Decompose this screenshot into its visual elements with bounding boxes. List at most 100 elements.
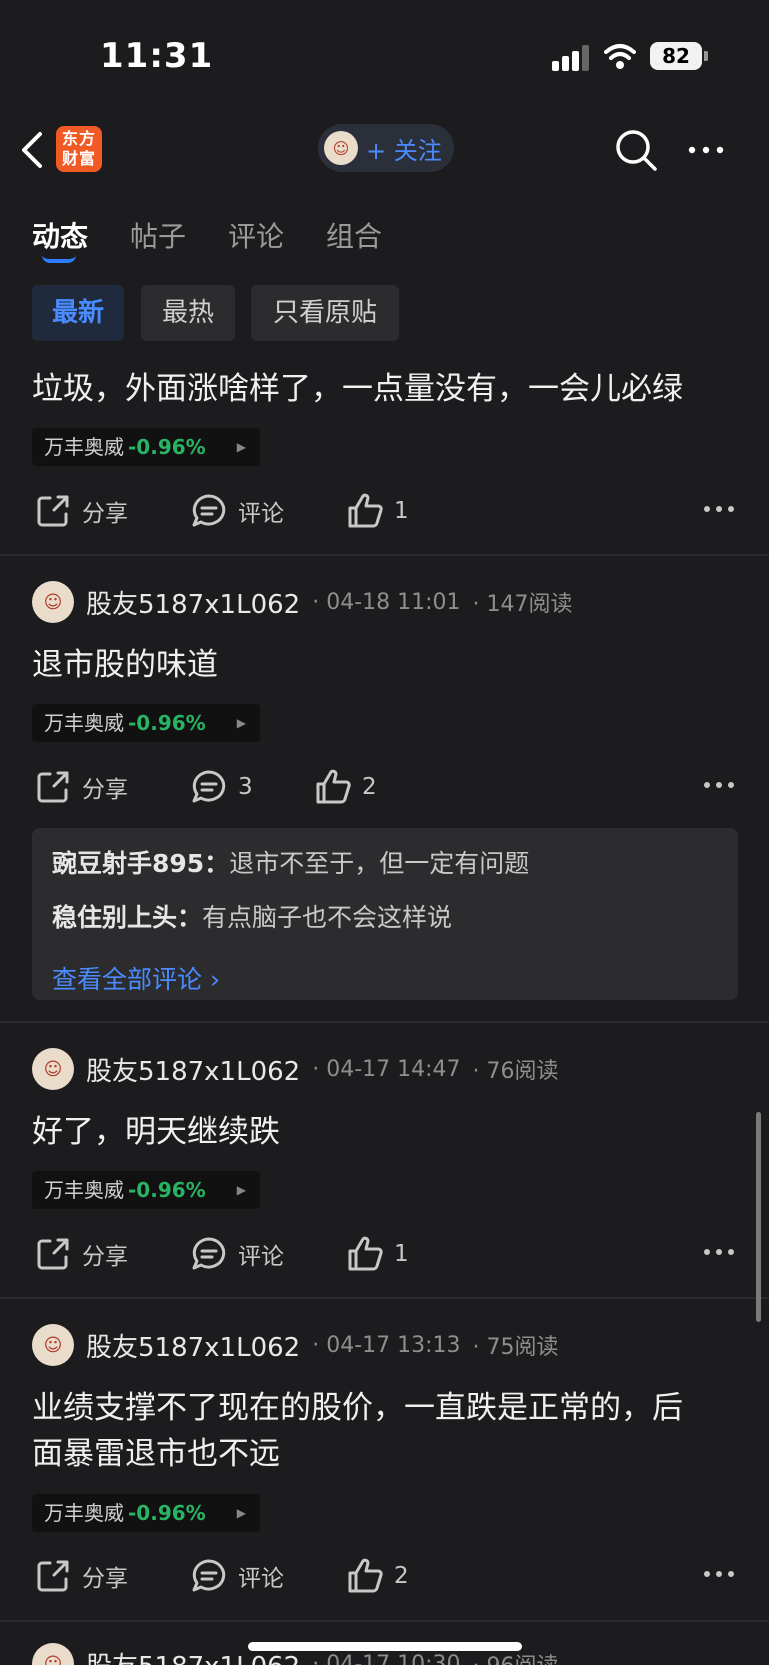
- author-name[interactable]: 股友5187x1L062: [86, 1327, 300, 1364]
- stock-tag[interactable]: 万丰奥威 -0.96% ▶: [32, 428, 260, 466]
- comment-icon: [192, 1237, 226, 1270]
- commenter-name[interactable]: 豌豆射手895：: [52, 849, 229, 878]
- post-divider: [0, 1297, 769, 1299]
- post-text[interactable]: 垃圾，外面涨啥样了，一点量没有，一会儿必绿: [32, 365, 742, 413]
- comment-label: 评论: [238, 1566, 284, 1592]
- post-reads: · 147阅读: [472, 592, 573, 617]
- more-options-icon[interactable]: [686, 140, 726, 160]
- stock-change: -0.96%: [128, 1501, 206, 1525]
- status-bar: 11:31 82: [0, 0, 769, 110]
- caret-right-icon: ▶: [236, 716, 246, 730]
- stock-tag[interactable]: 万丰奥威 -0.96% ▶: [32, 1171, 260, 1209]
- post-more-icon[interactable]: [703, 503, 735, 515]
- stock-tag[interactable]: 万丰奥威 -0.96% ▶: [32, 1494, 260, 1532]
- tab-posts[interactable]: 帖子: [130, 215, 186, 255]
- post-actions: 分享 评论 1: [0, 489, 769, 533]
- caret-right-icon: ▶: [236, 1183, 246, 1197]
- nav-bar: 东方财富 ☺ + 关注: [0, 110, 769, 190]
- comment-button[interactable]: 3: [190, 765, 253, 809]
- commenter-name[interactable]: 稳住别上头：: [52, 903, 202, 932]
- tab-portfolio[interactable]: 组合: [326, 215, 382, 255]
- post-author[interactable]: ☺ 股友5187x1L062 · 04-18 11:01 · 147阅读: [32, 580, 573, 624]
- post-more-icon[interactable]: [703, 779, 735, 791]
- post-date: · 04-17 13:13: [312, 1332, 461, 1358]
- stock-name: 万丰奥威: [44, 1178, 124, 1202]
- stock-tag[interactable]: 万丰奥威 -0.96% ▶: [32, 704, 260, 742]
- share-button[interactable]: 分享: [34, 1554, 128, 1598]
- share-label: 分享: [82, 1566, 128, 1592]
- stock-change: -0.96%: [128, 711, 206, 735]
- post-text[interactable]: 业绩支撑不了现在的股价，一直跌是正常的，后: [32, 1384, 742, 1432]
- filter-latest[interactable]: 最新: [32, 285, 124, 341]
- home-indicator[interactable]: [248, 1642, 522, 1651]
- post-more-icon[interactable]: [703, 1246, 735, 1258]
- like-count: 2: [394, 1563, 409, 1589]
- comment-icon: [192, 494, 226, 527]
- post-date: · 04-17 10:30: [312, 1651, 461, 1665]
- like-button[interactable]: 2: [314, 765, 377, 809]
- share-icon: [37, 1238, 69, 1270]
- thumbs-up-icon: [348, 1236, 383, 1271]
- post-actions: 分享 评论 1: [0, 1232, 769, 1276]
- share-icon: [37, 495, 69, 527]
- tab-comments[interactable]: 评论: [228, 215, 284, 255]
- post-reads: · 76阅读: [472, 1059, 559, 1084]
- post-author[interactable]: ☺ 股友5187x1L062 · 04-17 14:47 · 76阅读: [32, 1047, 559, 1091]
- comment-preview-item[interactable]: 稳住别上头：有点脑子也不会这样说: [52, 898, 452, 934]
- comment-icon: [192, 770, 226, 803]
- like-button[interactable]: 1: [346, 489, 409, 533]
- thumbs-up-icon: [348, 493, 383, 528]
- post-divider: [0, 554, 769, 556]
- stock-name: 万丰奥威: [44, 435, 124, 459]
- stock-change: -0.96%: [128, 1178, 206, 1202]
- back-arrow-icon[interactable]: [18, 130, 44, 170]
- author-name[interactable]: 股友5187x1L062: [86, 1051, 300, 1088]
- share-button[interactable]: 分享: [34, 1232, 128, 1276]
- comment-text: 退市不至于，但一定有问题: [229, 849, 530, 878]
- view-all-comments-link[interactable]: 查看全部评论 ›: [52, 960, 220, 996]
- avatar[interactable]: ☺: [32, 581, 74, 623]
- post-text[interactable]: 退市股的味道: [32, 641, 742, 689]
- comment-preview-item[interactable]: 豌豆射手895：退市不至于，但一定有问题: [52, 844, 529, 880]
- caret-right-icon: ▶: [236, 440, 246, 454]
- share-icon: [37, 771, 69, 803]
- like-count: 1: [394, 1241, 409, 1267]
- comment-button[interactable]: 评论: [190, 489, 284, 533]
- cellular-signal-icon: [552, 45, 589, 71]
- tab-dynamics[interactable]: 动态: [32, 215, 88, 255]
- comment-count: 3: [238, 774, 253, 800]
- status-time: 11:31: [100, 36, 214, 76]
- comment-button[interactable]: 评论: [190, 1232, 284, 1276]
- scrollbar-thumb[interactable]: [756, 1112, 761, 1322]
- stock-avatar-icon: ☺: [324, 131, 358, 165]
- share-label: 分享: [82, 1244, 128, 1270]
- filter-original-only[interactable]: 只看原贴: [251, 285, 399, 341]
- author-name[interactable]: 股友5187x1L062: [86, 584, 300, 621]
- follow-label: + 关注: [366, 136, 442, 165]
- follow-button[interactable]: ☺ + 关注: [318, 124, 454, 172]
- share-button[interactable]: 分享: [34, 765, 128, 809]
- like-count: 2: [362, 774, 377, 800]
- comment-button[interactable]: 评论: [190, 1554, 284, 1598]
- like-button[interactable]: 1: [346, 1232, 409, 1276]
- app-logo[interactable]: 东方财富: [56, 126, 102, 172]
- like-button[interactable]: 2: [346, 1554, 409, 1598]
- battery-indicator: 82: [650, 42, 702, 70]
- search-icon[interactable]: [614, 128, 658, 172]
- post-author[interactable]: ☺ 股友5187x1L062 · 04-17 13:13 · 75阅读: [32, 1323, 559, 1367]
- post-text[interactable]: 好了，明天继续跌: [32, 1108, 742, 1156]
- share-label: 分享: [82, 777, 128, 803]
- post-more-icon[interactable]: [703, 1568, 735, 1580]
- avatar[interactable]: ☺: [32, 1048, 74, 1090]
- share-label: 分享: [82, 501, 128, 527]
- share-button[interactable]: 分享: [34, 489, 128, 533]
- avatar[interactable]: ☺: [32, 1643, 74, 1665]
- comment-text: 有点脑子也不会这样说: [202, 903, 453, 932]
- active-tab-indicator: [42, 255, 76, 263]
- comment-preview[interactable]: 豌豆射手895：退市不至于，但一定有问题 稳住别上头：有点脑子也不会这样说 查看…: [32, 828, 738, 1000]
- filter-hottest[interactable]: 最热: [141, 285, 235, 341]
- avatar[interactable]: ☺: [32, 1324, 74, 1366]
- post-text-continued[interactable]: 面暴雷退市也不远: [32, 1430, 742, 1478]
- post-divider: [0, 1021, 769, 1023]
- post-divider: [0, 1620, 769, 1622]
